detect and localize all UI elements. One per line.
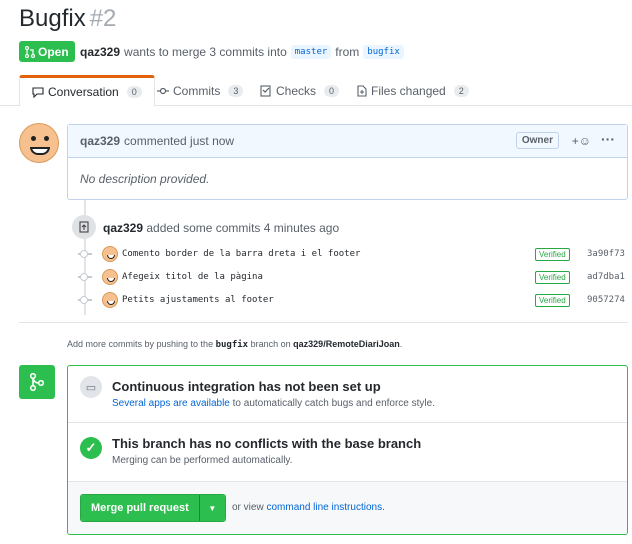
- commit-row: Petits ajustaments al footer Verified 90…: [78, 290, 630, 310]
- status-label: Open: [38, 44, 69, 59]
- period: .: [382, 502, 385, 513]
- conflict-section: ✓ This branch has no conflicts with the …: [68, 423, 627, 482]
- pr-title: Bugfix: [19, 5, 86, 32]
- ci-title: Continuous integration has not been set …: [112, 379, 381, 394]
- file-diff-icon: [357, 84, 367, 97]
- divider: [19, 322, 628, 323]
- hint-repo: qaz329/RemoteDiariJoan: [293, 339, 400, 349]
- author-avatar[interactable]: [102, 292, 118, 308]
- pull-request-icon: [25, 45, 35, 58]
- or-view-label: or view: [232, 502, 264, 513]
- head-branch[interactable]: bugfix: [363, 44, 404, 59]
- commit-sha[interactable]: ad7dba1: [587, 272, 625, 282]
- ci-icon: ▭: [80, 376, 102, 398]
- commit-sha[interactable]: 9057274: [587, 295, 625, 305]
- author-avatar[interactable]: [102, 269, 118, 285]
- comment-action[interactable]: commented just now: [124, 134, 234, 148]
- hint-middle: branch on: [250, 339, 291, 349]
- author-link[interactable]: qaz329: [80, 45, 120, 59]
- more-options-icon[interactable]: ···: [601, 131, 615, 147]
- comment-box: qaz329 commented just now Owner +☺ ··· N…: [67, 124, 628, 200]
- ci-section: ▭ Continuous integration has not been se…: [68, 366, 627, 423]
- page-title: Bugfix #2: [19, 5, 116, 33]
- merge-pull-request-button[interactable]: Merge pull request: [81, 495, 199, 521]
- verified-badge[interactable]: Verified: [535, 293, 570, 307]
- hint-prefix: Add more commits by pushing to the: [67, 339, 214, 349]
- verified-badge[interactable]: Verified: [535, 270, 570, 284]
- merge-footer: Merge pull request ▼ or view command lin…: [68, 482, 627, 534]
- commit-row: Comento border de la barra dreta i el fo…: [78, 244, 630, 264]
- push-hint: Add more commits by pushing to the bugfi…: [67, 339, 402, 350]
- ci-text: Continuous integration has not been set …: [112, 379, 435, 409]
- merge-text: wants to merge 3 commits into: [124, 44, 287, 59]
- commit-message[interactable]: Afegeix titol de la pàgina: [122, 272, 263, 282]
- or-view-text: or view command line instructions.: [232, 502, 385, 513]
- tab-count: 0: [126, 86, 142, 98]
- tab-label: Conversation: [48, 85, 119, 99]
- command-line-link[interactable]: command line instructions: [266, 502, 382, 513]
- comment-author[interactable]: qaz329: [80, 134, 120, 148]
- tab-files-changed[interactable]: Files changed 2: [357, 75, 469, 106]
- conflict-title: This branch has no conflicts with the ba…: [112, 436, 422, 451]
- tab-bar: Conversation 0 Commits 3 Checks 0 Files …: [0, 75, 632, 107]
- author-avatar[interactable]: [102, 246, 118, 262]
- merge-options-caret-icon[interactable]: ▼: [198, 495, 225, 521]
- commit-dot-icon: [78, 250, 92, 258]
- commit-dot-icon: [78, 273, 92, 281]
- git-merge-icon: [19, 365, 55, 399]
- troll-face-icon: [19, 123, 59, 163]
- pr-number: #2: [89, 5, 117, 32]
- commit-dot-icon: [78, 296, 92, 304]
- pr-meta: qaz329 wants to merge 3 commits into mas…: [80, 41, 404, 62]
- tab-label: Files changed: [371, 83, 446, 98]
- owner-badge: Owner: [515, 132, 559, 149]
- push-text[interactable]: added some commits 4 minutes ago: [146, 221, 339, 235]
- push-author[interactable]: qaz329: [103, 221, 143, 235]
- hint-branch: bugfix: [215, 340, 249, 350]
- comment-header: qaz329 commented just now Owner +☺ ···: [68, 125, 627, 158]
- status-badge: Open: [19, 41, 75, 62]
- commit-icon: [157, 87, 169, 94]
- checklist-icon: [260, 84, 271, 97]
- tab-conversation[interactable]: Conversation 0: [19, 75, 155, 107]
- commit-message[interactable]: Comento border de la barra dreta i el fo…: [122, 249, 360, 259]
- apps-link[interactable]: Several apps are available: [112, 398, 230, 409]
- check-icon: ✓: [80, 437, 102, 459]
- from-text: from: [335, 44, 360, 59]
- tab-commits[interactable]: Commits 3: [157, 75, 244, 106]
- tab-label: Checks: [276, 83, 317, 98]
- ci-rest: to automatically catch bugs and enforce …: [232, 398, 435, 409]
- avatar[interactable]: [19, 123, 59, 163]
- comment-icon: [32, 86, 44, 98]
- tab-count: 0: [324, 84, 340, 97]
- verified-badge[interactable]: Verified: [535, 247, 570, 261]
- push-event: qaz329 added some commits 4 minutes ago: [103, 221, 339, 235]
- conflict-subtitle: Merging can be performed automatically.: [112, 455, 293, 466]
- commit-sha[interactable]: 3a90f73: [587, 249, 625, 259]
- ci-subtitle: Several apps are available to automatica…: [112, 398, 435, 409]
- commit-row: Afegeix titol de la pàgina Verified ad7d…: [78, 267, 630, 287]
- tab-label: Commits: [173, 83, 221, 98]
- conflict-text: This branch has no conflicts with the ba…: [112, 436, 421, 466]
- tab-checks[interactable]: Checks 0: [260, 75, 340, 106]
- add-reaction-icon[interactable]: +☺: [572, 134, 591, 148]
- tab-count: 2: [453, 84, 469, 97]
- tab-count: 3: [228, 84, 244, 97]
- commit-message[interactable]: Petits ajustaments al footer: [122, 295, 274, 305]
- comment-body: No description provided.: [80, 172, 210, 186]
- hint-suffix: .: [399, 339, 403, 349]
- merge-button-group: Merge pull request ▼: [80, 494, 226, 522]
- base-branch[interactable]: master: [290, 44, 332, 59]
- merge-box: ▭ Continuous integration has not been se…: [67, 365, 628, 535]
- repo-push-icon: [72, 215, 96, 239]
